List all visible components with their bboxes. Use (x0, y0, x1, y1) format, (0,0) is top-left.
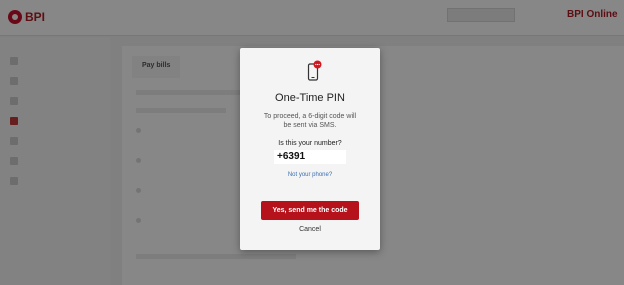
modal-description: To proceed, a 6-digit code will be sent … (263, 113, 357, 129)
cancel-button[interactable]: Cancel (240, 226, 380, 233)
number-question: Is this your number? (278, 140, 342, 147)
phone-sms-icon (307, 60, 322, 81)
modal-title: One-Time PIN (275, 92, 345, 104)
not-your-phone-link[interactable]: Not your phone? (240, 172, 380, 178)
phone-number-field: +6391 (274, 150, 346, 164)
send-code-button[interactable]: Yes, send me the code (261, 201, 359, 220)
